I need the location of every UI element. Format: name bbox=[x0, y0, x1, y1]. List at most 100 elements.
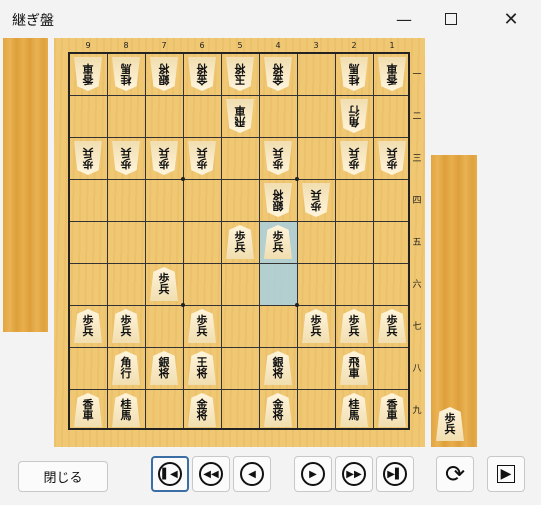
gote-piece[interactable]: 金将 bbox=[264, 57, 292, 91]
piece-char: 将 bbox=[272, 188, 284, 201]
file-label: 7 bbox=[161, 41, 167, 50]
gote-piece[interactable]: 飛車 bbox=[226, 99, 254, 133]
piece-char: 歩 bbox=[120, 157, 132, 170]
window-title: 継ぎ盤 bbox=[12, 13, 54, 29]
step-backward-icon: ◀ bbox=[240, 462, 264, 486]
sente-piece[interactable]: 金将 bbox=[188, 393, 216, 427]
piece-char: 将 bbox=[196, 367, 208, 380]
sente-piece[interactable]: 桂馬 bbox=[340, 393, 368, 427]
sente-piece[interactable]: 歩兵 bbox=[226, 225, 254, 259]
piece-char: 車 bbox=[234, 104, 246, 117]
sente-piece[interactable]: 歩兵 bbox=[264, 225, 292, 259]
flip-board-button[interactable]: ⟳ bbox=[436, 456, 474, 492]
step-forward-button[interactable]: ▶ bbox=[294, 456, 332, 492]
grid-line bbox=[297, 54, 298, 428]
sente-piece[interactable]: 香車 bbox=[378, 393, 406, 427]
star-point bbox=[295, 177, 299, 181]
gote-piece[interactable]: 香車 bbox=[74, 57, 102, 91]
gote-piece[interactable]: 歩兵 bbox=[302, 183, 330, 217]
sente-piece[interactable]: 金将 bbox=[264, 393, 292, 427]
piece-char: 兵 bbox=[120, 146, 132, 159]
gote-piece[interactable]: 歩兵 bbox=[150, 141, 178, 175]
piece-char: 兵 bbox=[272, 146, 284, 159]
piece-char: 歩 bbox=[348, 157, 360, 170]
piece-char: 将 bbox=[158, 367, 170, 380]
piece-char: 兵 bbox=[120, 325, 132, 338]
piece-char: 兵 bbox=[196, 146, 208, 159]
piece-char: 歩 bbox=[386, 157, 398, 170]
sente-piece[interactable]: 飛車 bbox=[340, 351, 368, 385]
skip-to-start-icon: ▌◀ bbox=[158, 462, 182, 486]
minimize-button[interactable]: — bbox=[381, 0, 427, 38]
piece-char: 銀 bbox=[272, 199, 284, 212]
sente-piece[interactable]: 歩兵 bbox=[150, 267, 178, 301]
file-label: 6 bbox=[199, 41, 205, 50]
maximize-icon bbox=[445, 13, 457, 25]
grid-line bbox=[70, 305, 408, 306]
title-bar: 継ぎ盤 — ✕ bbox=[0, 0, 541, 38]
piece-char: 行 bbox=[348, 104, 360, 117]
gote-piece[interactable]: 歩兵 bbox=[340, 141, 368, 175]
sente-piece[interactable]: 桂馬 bbox=[112, 393, 140, 427]
gote-piece[interactable]: 桂馬 bbox=[340, 57, 368, 91]
piece-char: 兵 bbox=[82, 146, 94, 159]
close-window-button[interactable]: ✕ bbox=[488, 0, 534, 38]
sente-piece[interactable]: 歩兵 bbox=[436, 407, 464, 441]
rank-label: 八 bbox=[412, 364, 422, 374]
gote-piece[interactable]: 歩兵 bbox=[264, 141, 292, 175]
sente-piece[interactable]: 香車 bbox=[74, 393, 102, 427]
gote-piece[interactable]: 銀将 bbox=[264, 183, 292, 217]
piece-char: 金 bbox=[272, 73, 284, 86]
piece-char: 銀 bbox=[158, 73, 170, 86]
grid-line bbox=[70, 179, 408, 180]
sente-piece[interactable]: 歩兵 bbox=[188, 309, 216, 343]
sente-piece-stand[interactable] bbox=[431, 155, 477, 447]
fast-backward-button[interactable]: ◀◀ bbox=[192, 456, 230, 492]
close-button[interactable]: 閉じる bbox=[18, 461, 108, 492]
sente-piece[interactable]: 歩兵 bbox=[112, 309, 140, 343]
piece-char: 桂 bbox=[348, 73, 360, 86]
gote-piece[interactable]: 歩兵 bbox=[378, 141, 406, 175]
piece-char: 歩 bbox=[272, 157, 284, 170]
sente-piece[interactable]: 角行 bbox=[112, 351, 140, 385]
grid-line bbox=[70, 347, 408, 348]
sente-piece[interactable]: 銀将 bbox=[264, 351, 292, 385]
fast-forward-button[interactable]: ▶▶ bbox=[335, 456, 373, 492]
sente-piece[interactable]: 歩兵 bbox=[340, 309, 368, 343]
step-backward-button[interactable]: ◀ bbox=[233, 456, 271, 492]
gote-piece-stand[interactable] bbox=[3, 38, 48, 332]
gote-piece[interactable]: 玉将 bbox=[226, 57, 254, 91]
grid-line bbox=[221, 54, 222, 428]
gote-piece[interactable]: 金将 bbox=[188, 57, 216, 91]
gote-piece[interactable]: 角行 bbox=[340, 99, 368, 133]
fast-forward-icon: ▶▶ bbox=[342, 462, 366, 486]
piece-char: 将 bbox=[196, 62, 208, 75]
last-move-button[interactable]: ▶▌ bbox=[376, 456, 414, 492]
fast-backward-icon: ◀◀ bbox=[199, 462, 223, 486]
first-move-button[interactable]: ▌◀ bbox=[151, 456, 189, 492]
piece-char: 将 bbox=[196, 409, 208, 422]
sente-piece[interactable]: 王将 bbox=[188, 351, 216, 385]
sente-piece[interactable]: 歩兵 bbox=[302, 309, 330, 343]
file-label: 1 bbox=[389, 41, 395, 50]
sente-piece[interactable]: 銀将 bbox=[150, 351, 178, 385]
gote-piece[interactable]: 香車 bbox=[378, 57, 406, 91]
gote-piece[interactable]: 歩兵 bbox=[74, 141, 102, 175]
piece-char: 歩 bbox=[310, 199, 322, 212]
gote-piece[interactable]: 桂馬 bbox=[112, 57, 140, 91]
piece-char: 兵 bbox=[310, 188, 322, 201]
piece-char: 車 bbox=[386, 62, 398, 75]
rotate-board-icon: ⟳ bbox=[444, 460, 466, 488]
grid-line bbox=[373, 54, 374, 428]
rank-label: 七 bbox=[412, 322, 422, 332]
gote-piece[interactable]: 歩兵 bbox=[188, 141, 216, 175]
piece-char: 兵 bbox=[158, 146, 170, 159]
piece-char: 兵 bbox=[348, 146, 360, 159]
play-button[interactable]: ▶ bbox=[487, 456, 525, 492]
sente-piece[interactable]: 歩兵 bbox=[378, 309, 406, 343]
gote-piece[interactable]: 銀将 bbox=[150, 57, 178, 91]
sente-piece[interactable]: 歩兵 bbox=[74, 309, 102, 343]
maximize-button[interactable] bbox=[428, 0, 474, 38]
gote-piece[interactable]: 歩兵 bbox=[112, 141, 140, 175]
piece-char: 角 bbox=[348, 115, 360, 128]
